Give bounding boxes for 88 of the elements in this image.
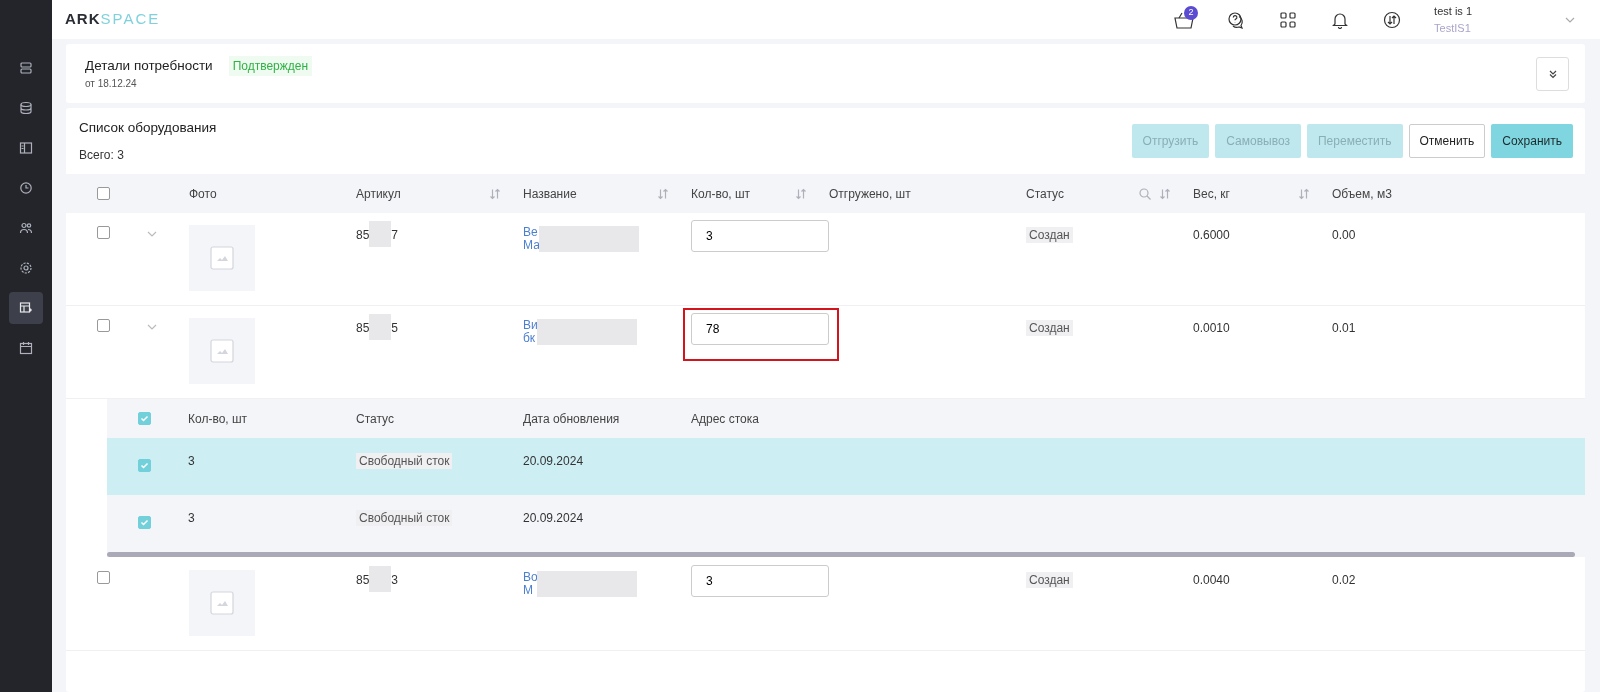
- check-icon: [140, 414, 149, 423]
- table-cell: 0.00: [1332, 228, 1356, 242]
- sort-icon: [1159, 187, 1171, 200]
- column-header: Название: [523, 185, 577, 203]
- table-cell: 0.0010: [1193, 321, 1230, 335]
- check-icon: [140, 461, 149, 470]
- column-header: Вес, кг: [1193, 185, 1230, 203]
- count-badge: 2: [1184, 5, 1199, 20]
- table-cell: 20.09.2024: [523, 454, 584, 468]
- table-cell: 0.6000: [1193, 228, 1230, 242]
- table-cell: 0.01: [1332, 321, 1356, 335]
- quantity-field[interactable]: 3: [691, 565, 829, 597]
- checkbox[interactable]: [97, 571, 110, 584]
- logo: ARKSPACE: [65, 9, 161, 30]
- swap-icon: [1383, 10, 1402, 29]
- clock-icon: [19, 181, 33, 195]
- search-icon: [1139, 187, 1151, 200]
- stock-row[interactable]: 3 Свободный сток 20.09.2024: [107, 438, 1585, 495]
- column-header: Артикул: [356, 185, 401, 203]
- article-text: 5: [391, 321, 399, 335]
- table-cell: 20.09.2024: [523, 511, 584, 525]
- sort-icon: [795, 187, 807, 200]
- server-icon: [19, 61, 33, 75]
- bell-icon: [1331, 10, 1350, 29]
- column-header: Адрес стока: [691, 411, 759, 426]
- chevron-down-icon: [147, 323, 157, 330]
- page-title: Детали потребности: [85, 56, 213, 75]
- status-label: Подтвержден: [228, 56, 313, 76]
- total-count: Всего: 3: [79, 147, 125, 165]
- checkbox[interactable]: [138, 459, 151, 472]
- status-tag: Создан: [1026, 320, 1073, 336]
- name-link[interactable]: Во М: [523, 571, 538, 650]
- status-tag: Создан: [1026, 227, 1073, 243]
- column-header: Дата обновления: [523, 411, 620, 426]
- gear-icon: [19, 261, 33, 275]
- table-cell: 0.02: [1332, 573, 1356, 587]
- chat-question-icon: [1227, 10, 1246, 29]
- cart-button[interactable]: 2: [1166, 4, 1203, 35]
- column-header: Отгружено, шт: [829, 185, 911, 203]
- column-header: Кол-во, шт: [691, 185, 751, 203]
- table-cell: 0.0040: [1193, 573, 1230, 587]
- check-icon: [140, 518, 149, 527]
- save-button[interactable]: Сохранить: [1491, 124, 1573, 158]
- checkbox[interactable]: [138, 412, 151, 425]
- sidebar-item[interactable]: [9, 292, 43, 324]
- section-title: Список оборудования: [79, 118, 217, 137]
- image-icon: [210, 339, 234, 363]
- status-tag: Свободный сток: [356, 510, 453, 526]
- chevron-down-icon: [1565, 16, 1575, 23]
- action-button[interactable]: Отменить: [1408, 124, 1486, 158]
- chevron-down-icon: [147, 230, 157, 237]
- image-icon: [210, 591, 234, 615]
- select-all-checkbox[interactable]: [97, 187, 110, 200]
- status-tag: Создан: [1026, 572, 1073, 588]
- sort-icon: [1298, 187, 1310, 200]
- name-link[interactable]: Ви бк: [523, 319, 538, 398]
- article-text: 3: [391, 573, 399, 587]
- column-header: Статус: [356, 411, 394, 426]
- quantity-field[interactable]: 78: [691, 313, 829, 345]
- column-header: Объем, м3: [1332, 185, 1392, 203]
- calendar-icon: [19, 341, 33, 355]
- grid-icon: [1279, 10, 1298, 29]
- date-text: от 18.12.24: [85, 77, 138, 92]
- database-icon: [19, 101, 33, 115]
- article-text: 85: [356, 321, 370, 335]
- article-text: 7: [391, 228, 399, 242]
- user-name: test is 1: [1434, 4, 1472, 19]
- user-login: TestIS1: [1434, 20, 1472, 36]
- name-link[interactable]: Ве Ма: [523, 226, 540, 305]
- quantity-field[interactable]: 3: [691, 220, 829, 252]
- column-header: Фото: [189, 185, 217, 203]
- users-icon: [19, 221, 33, 235]
- article-text: 85: [356, 228, 370, 242]
- column-header: Кол-во, шт: [188, 411, 248, 426]
- article-text: 85: [356, 573, 370, 587]
- scrollbar[interactable]: [107, 552, 1575, 557]
- status-tag: Свободный сток: [356, 453, 453, 469]
- checkbox[interactable]: [138, 516, 151, 529]
- sort-icon: [489, 187, 501, 200]
- table-cell: 3: [188, 511, 195, 525]
- checkbox[interactable]: [97, 319, 110, 332]
- table-cell: 3: [188, 454, 195, 468]
- sort-icon: [657, 187, 669, 200]
- checkbox[interactable]: [97, 226, 110, 239]
- column-header: Статус: [1026, 185, 1064, 203]
- panel-icon: [19, 141, 33, 155]
- image-icon: [210, 246, 234, 270]
- table-icon: [19, 301, 33, 315]
